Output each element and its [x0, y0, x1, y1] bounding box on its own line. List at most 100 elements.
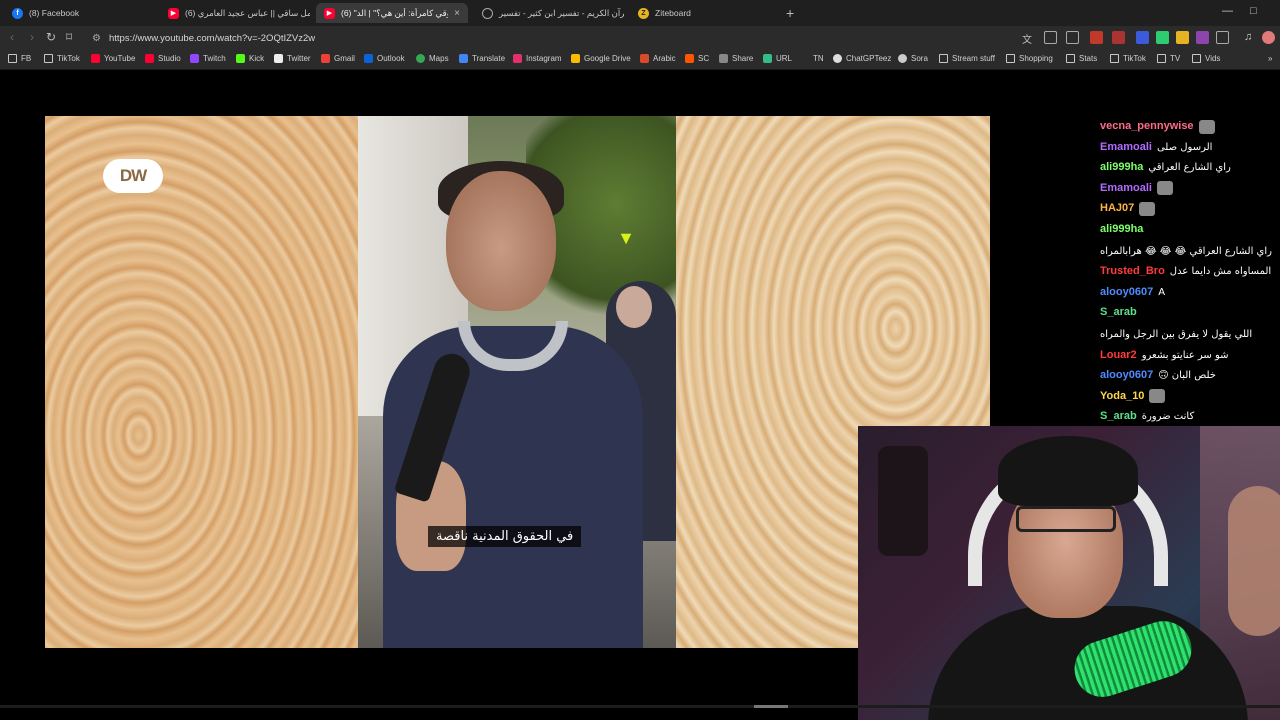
extension-icon[interactable]	[1196, 31, 1209, 44]
bookmark-fb[interactable]: FB	[8, 54, 31, 63]
chat-text: المساواه مش دايما عدل	[1169, 266, 1272, 277]
arabic-icon	[640, 54, 649, 63]
youtube-studio-icon	[145, 54, 154, 63]
chat-username[interactable]: ali999ha	[1100, 221, 1143, 238]
extension-icon[interactable]	[1112, 31, 1125, 44]
folder-icon	[1192, 54, 1201, 63]
room-shelf	[878, 446, 928, 556]
chat-emote-icon	[1156, 181, 1173, 195]
chatgpt-icon	[833, 54, 842, 63]
bookmark-gmail[interactable]: Gmail	[321, 54, 355, 63]
chat-username[interactable]: S_arab	[1100, 408, 1137, 425]
bookmark-tv[interactable]: TV	[1157, 54, 1180, 63]
bookmark-twitter[interactable]: Twitter	[274, 54, 311, 63]
bookmark-sc[interactable]: SC	[685, 54, 709, 63]
tab-youtube-1[interactable]: ▶ (6) احمل ساقي || عباس عجيد العامري	[160, 3, 310, 23]
extension-icon[interactable]	[1156, 31, 1169, 44]
chat-username[interactable]: alooy0607	[1100, 284, 1153, 301]
tab-quran[interactable]: القرآن الكريم - تفسير ابن كثير - تفسير	[474, 3, 624, 23]
chat-username[interactable]: Yoda_10	[1100, 388, 1144, 405]
bookmark-chatgpteez[interactable]: ChatGPTeez	[833, 54, 891, 63]
maps-icon	[416, 54, 425, 63]
sora-icon	[898, 54, 907, 63]
translate-icon[interactable]: 文	[1022, 31, 1035, 46]
x-icon	[274, 54, 283, 63]
chat-username[interactable]: Trusted_Bro	[1100, 263, 1165, 280]
interviewee-face	[446, 171, 556, 311]
extension-icon[interactable]	[1090, 31, 1103, 44]
chat-username[interactable]: Emamoali	[1100, 180, 1152, 197]
bookmark-arabic[interactable]: Arabic	[640, 54, 676, 63]
folder-icon	[44, 54, 53, 63]
chat-username[interactable]: alooy0607	[1100, 367, 1153, 384]
bookmark-maps[interactable]: Maps	[416, 54, 449, 63]
dw-logo: DW	[103, 159, 163, 193]
bookmark-instagram[interactable]: Instagram	[513, 54, 562, 63]
bookmark-tiktok[interactable]: TikTok	[44, 54, 80, 63]
maximize-button[interactable]: □	[1250, 5, 1257, 17]
video-player[interactable]: DW ▼ في الحقوق المدنية ناقصة	[45, 116, 990, 648]
chat-username[interactable]: vecna_pennywise	[1100, 118, 1194, 135]
stream-chat: vecna_pennywise Emamoali الرسول صلى ali999h…	[1100, 118, 1276, 429]
bookmark-vids[interactable]: Vids	[1192, 54, 1220, 63]
bookmark-google-drive[interactable]: Google Drive	[571, 54, 631, 63]
sidebar-icon[interactable]	[1216, 31, 1229, 44]
gmail-icon	[321, 54, 330, 63]
tab-ziteboard[interactable]: Z Ziteboard	[630, 3, 780, 23]
close-tab-icon[interactable]: ×	[454, 8, 460, 19]
bookmark-tiktok-2[interactable]: TikTok	[1110, 54, 1146, 63]
chat-text: كانت ضرورة	[1141, 411, 1195, 422]
extension-icon[interactable]	[1136, 31, 1149, 44]
address-bar[interactable]: ⚙ https://www.youtube.com/watch?v=-2OQtI…	[86, 29, 1006, 47]
bookmarks-overflow-icon[interactable]: »	[1268, 54, 1272, 63]
media-icon[interactable]: ♫	[1244, 31, 1257, 44]
bookmark-studio[interactable]: Studio	[145, 54, 181, 63]
progress-bar[interactable]	[0, 705, 1280, 708]
forward-icon[interactable]: ›	[30, 30, 34, 44]
tab-facebook[interactable]: f (8) Facebook	[4, 3, 154, 23]
chat-message: S_arab كانت ضرورة	[1100, 408, 1276, 425]
chat-message: HAJ07	[1100, 200, 1276, 217]
extension-icon[interactable]	[1176, 31, 1189, 44]
minimize-button[interactable]: —	[1222, 5, 1233, 17]
tab-label: القرآن الكريم - تفسير ابن كثير - تفسير	[499, 7, 624, 18]
facebook-icon: f	[12, 7, 23, 19]
bookmark-outlook[interactable]: Outlook	[364, 54, 405, 63]
cast-icon[interactable]	[1044, 31, 1057, 44]
profile-avatar[interactable]	[1262, 31, 1275, 44]
chat-username[interactable]: Louar2	[1100, 347, 1137, 364]
chat-username[interactable]: HAJ07	[1100, 200, 1134, 217]
folder-icon	[939, 54, 948, 63]
reload-icon[interactable]: ↻	[46, 30, 56, 44]
chat-username[interactable]: ali999ha	[1100, 159, 1143, 176]
tab-youtube-active[interactable]: ▶ (6) "حقوقي كامرأة: أين هي؟" | الد ×	[316, 3, 468, 23]
folder-icon	[1110, 54, 1119, 63]
bookmark-youtube[interactable]: YouTube	[91, 54, 135, 63]
bookmark-shopping[interactable]: Shopping	[1006, 54, 1053, 63]
chat-username[interactable]: Emamoali	[1100, 139, 1152, 156]
chat-username[interactable]: S_arab	[1100, 304, 1137, 321]
new-tab-button[interactable]: +	[786, 5, 794, 21]
bookmark-twitch[interactable]: Twitch	[190, 54, 226, 63]
url-text[interactable]: https://www.youtube.com/watch?v=-2OQtIZV…	[109, 33, 315, 44]
site-info-icon[interactable]: ⚙	[92, 33, 101, 44]
tab-strip: f (8) Facebook ▶ (6) احمل ساقي || عباس ع…	[0, 0, 1280, 26]
youtube-icon	[91, 54, 100, 63]
back-icon[interactable]: ‹	[10, 30, 14, 44]
chat-text: راي الشارع العراقي	[1148, 162, 1231, 173]
bookmark-icon[interactable]: ⌑	[66, 30, 72, 44]
share-icon[interactable]	[1066, 31, 1079, 44]
bookmark-url[interactable]: URL	[763, 54, 792, 63]
bookmark-stream-stuff[interactable]: Stream stuff	[939, 54, 995, 63]
chat-message: ali999ha راي الشارع العراقي	[1100, 159, 1276, 176]
streamer-cap	[998, 436, 1138, 506]
bookmark-stats[interactable]: Stats	[1066, 54, 1097, 63]
bookmark-sora[interactable]: Sora	[898, 54, 928, 63]
chat-text: اللي يقول لا يفرق بين الرجل والمراه	[1100, 329, 1253, 340]
bookmark-translate[interactable]: Translate	[459, 54, 505, 63]
bookmark-kick[interactable]: Kick	[236, 54, 264, 63]
bookmark-share[interactable]: Share	[719, 54, 753, 63]
instagram-icon	[513, 54, 522, 63]
bookmark-tn[interactable]: TN	[813, 54, 824, 63]
tab-label: Ziteboard	[655, 8, 691, 18]
